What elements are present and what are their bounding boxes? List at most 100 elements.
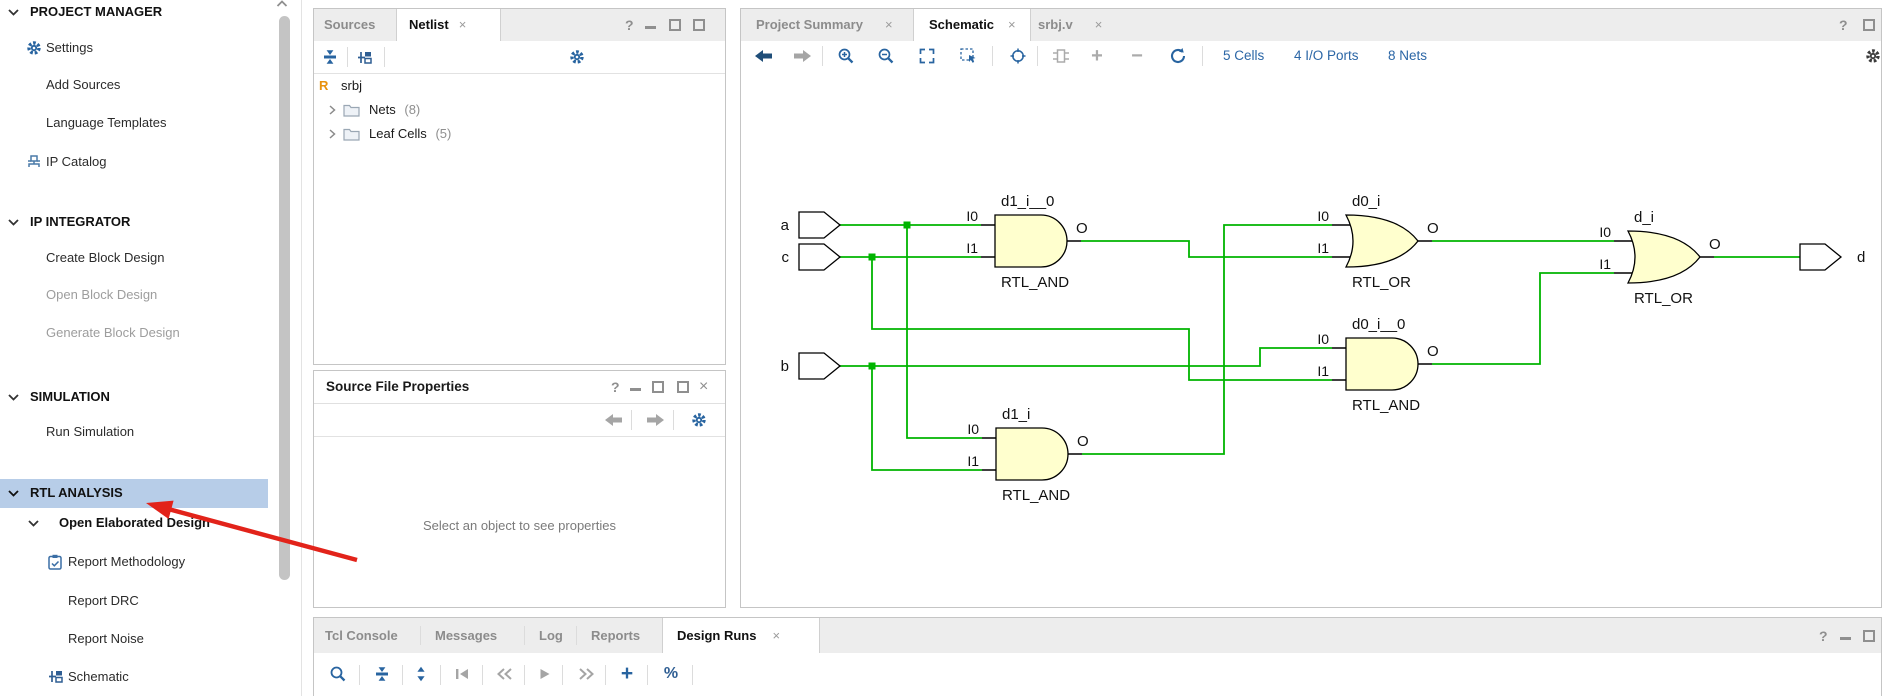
tab-srbj-v[interactable]: srbj.v× bbox=[1038, 9, 1102, 41]
forward-arrow-icon[interactable] bbox=[791, 45, 813, 67]
collapse-all-icon[interactable] bbox=[371, 663, 393, 685]
maximize-icon[interactable] bbox=[1863, 630, 1875, 642]
nav-item-create-block-design[interactable]: Create Block Design bbox=[0, 246, 268, 270]
maximize-icon[interactable] bbox=[652, 381, 664, 393]
tab-tcl-console[interactable]: Tcl Console bbox=[325, 618, 398, 653]
collapse-all-icon[interactable] bbox=[319, 46, 341, 68]
nav-item-add-sources[interactable]: Add Sources bbox=[0, 73, 268, 97]
nav-item-generate-block-design[interactable]: Generate Block Design bbox=[0, 321, 268, 345]
help-icon[interactable]: ? bbox=[1839, 18, 1848, 32]
tab-netlist[interactable]: Netlist× bbox=[396, 9, 501, 41]
io-ports-link[interactable]: 4 I/O Ports bbox=[1294, 41, 1359, 71]
expand-cone-plus-icon[interactable]: + bbox=[1086, 45, 1108, 67]
step-first-icon[interactable] bbox=[451, 663, 473, 685]
section-ip-integrator[interactable]: IP INTEGRATOR bbox=[0, 210, 268, 234]
section-simulation[interactable]: SIMULATION bbox=[0, 385, 268, 409]
chevron-right-icon[interactable] bbox=[329, 129, 336, 139]
help-icon[interactable]: ? bbox=[1819, 629, 1828, 643]
nav-item-report-noise[interactable]: Report Noise bbox=[0, 627, 268, 651]
close-icon[interactable]: × bbox=[772, 628, 780, 643]
cells-link[interactable]: 5 Cells bbox=[1223, 41, 1264, 71]
nav-item-ip-catalog[interactable]: IP Catalog bbox=[0, 150, 268, 174]
rtl-badge-icon: R bbox=[319, 78, 328, 93]
tab-reports[interactable]: Reports bbox=[591, 618, 640, 653]
tree-root-srbj[interactable]: R srbj bbox=[314, 75, 724, 97]
float-icon[interactable] bbox=[693, 19, 705, 31]
sidebar-scrollbar[interactable] bbox=[279, 16, 290, 580]
nav-item-open-elaborated-design[interactable]: Open Elaborated Design bbox=[0, 511, 268, 535]
section-project-manager[interactable]: PROJECT MANAGER bbox=[0, 0, 268, 24]
create-run-plus-icon[interactable]: + bbox=[616, 663, 638, 685]
nav-item-settings[interactable]: Settings bbox=[0, 36, 268, 60]
chevron-down-icon bbox=[8, 385, 19, 409]
gear-icon bbox=[26, 40, 42, 56]
tab-design-runs[interactable]: Design Runs× bbox=[662, 618, 820, 653]
zoom-fit-icon[interactable] bbox=[916, 45, 938, 67]
forward-arrow-icon[interactable] bbox=[644, 409, 666, 431]
back-arrow-icon[interactable] bbox=[752, 45, 774, 67]
add-cell-icon[interactable] bbox=[1050, 45, 1072, 67]
schematic-drawing: d1_i__0RTL_ANDI0I1Od0_iRTL_ORI0I1Od_iRTL… bbox=[741, 71, 1881, 607]
zoom-in-icon[interactable] bbox=[835, 45, 857, 67]
help-icon[interactable]: ? bbox=[625, 18, 634, 32]
autofit-selection-icon[interactable] bbox=[1007, 45, 1029, 67]
tab-messages[interactable]: Messages bbox=[435, 618, 497, 653]
schematic-canvas[interactable]: d1_i__0RTL_ANDI0I1Od0_iRTL_ORI0I1Od_iRTL… bbox=[741, 71, 1881, 607]
nav-item-open-block-design[interactable]: Open Block Design bbox=[0, 283, 268, 307]
gear-icon[interactable] bbox=[1862, 45, 1882, 67]
svg-text:I1: I1 bbox=[967, 453, 979, 469]
minimize-icon[interactable] bbox=[1840, 637, 1851, 640]
regenerate-icon[interactable] bbox=[1167, 45, 1189, 67]
tab-schematic[interactable]: Schematic× bbox=[913, 9, 1031, 41]
help-icon[interactable]: ? bbox=[611, 380, 620, 394]
tab-sources[interactable]: Sources bbox=[324, 9, 375, 41]
search-icon[interactable] bbox=[327, 663, 349, 685]
nav-item-schematic[interactable]: Schematic bbox=[0, 665, 268, 689]
back-arrow-icon[interactable] bbox=[602, 409, 624, 431]
close-icon[interactable]: × bbox=[885, 17, 893, 32]
nav-item-report-drc[interactable]: Report DRC bbox=[0, 589, 268, 613]
vivado-window: PROJECT MANAGER Settings Add Sources Lan… bbox=[0, 0, 1882, 696]
svg-text:O: O bbox=[1709, 236, 1721, 253]
gear-icon[interactable] bbox=[688, 409, 710, 431]
scroll-up-icon[interactable] bbox=[276, 0, 288, 10]
minimize-icon[interactable] bbox=[630, 388, 641, 391]
svg-text:I1: I1 bbox=[1599, 256, 1611, 272]
float-icon[interactable] bbox=[1863, 19, 1875, 31]
nav-item-run-simulation[interactable]: Run Simulation bbox=[0, 420, 268, 444]
collapse-cone-minus-icon[interactable]: − bbox=[1126, 45, 1148, 67]
zoom-out-icon[interactable] bbox=[875, 45, 897, 67]
sidebar-divider bbox=[301, 0, 302, 696]
nav-item-language-templates[interactable]: Language Templates bbox=[0, 111, 268, 135]
tree-node-leaf-cells[interactable]: Leaf Cells (5) bbox=[314, 123, 724, 145]
nav-item-report-methodology[interactable]: Report Methodology bbox=[0, 550, 268, 574]
tab-log[interactable]: Log bbox=[539, 618, 563, 653]
properties-placeholder: Select an object to see properties bbox=[314, 518, 725, 533]
gear-icon[interactable] bbox=[566, 46, 588, 68]
nets-link[interactable]: 8 Nets bbox=[1388, 41, 1427, 71]
percent-icon[interactable]: % bbox=[660, 663, 682, 685]
close-icon[interactable]: × bbox=[1095, 17, 1103, 32]
maximize-icon[interactable] bbox=[669, 19, 681, 31]
step-forward-icon[interactable] bbox=[575, 663, 597, 685]
minimize-icon[interactable] bbox=[645, 26, 656, 29]
run-icon[interactable] bbox=[534, 663, 556, 685]
svg-text:RTL_OR: RTL_OR bbox=[1634, 290, 1693, 307]
section-rtl-analysis[interactable]: RTL ANALYSIS bbox=[0, 481, 268, 505]
chevron-right-icon[interactable] bbox=[329, 105, 336, 115]
svg-text:RTL_AND: RTL_AND bbox=[1001, 274, 1069, 291]
expand-all-icon[interactable] bbox=[410, 663, 432, 685]
zoom-selection-icon[interactable] bbox=[957, 45, 979, 67]
schematic-icon[interactable] bbox=[354, 46, 376, 68]
ip-catalog-icon bbox=[26, 154, 42, 170]
float-icon[interactable] bbox=[677, 381, 689, 393]
tab-project-summary[interactable]: Project Summary× bbox=[756, 9, 893, 41]
tree-node-nets[interactable]: Nets (8) bbox=[314, 99, 724, 121]
close-icon[interactable]: × bbox=[459, 17, 467, 32]
chevron-down-icon bbox=[8, 481, 19, 505]
leaf-cells-count: (5) bbox=[435, 126, 451, 141]
close-icon[interactable]: × bbox=[699, 380, 708, 394]
section-label: PROJECT MANAGER bbox=[30, 4, 162, 19]
step-back-icon[interactable] bbox=[493, 663, 515, 685]
close-icon[interactable]: × bbox=[1008, 17, 1016, 32]
